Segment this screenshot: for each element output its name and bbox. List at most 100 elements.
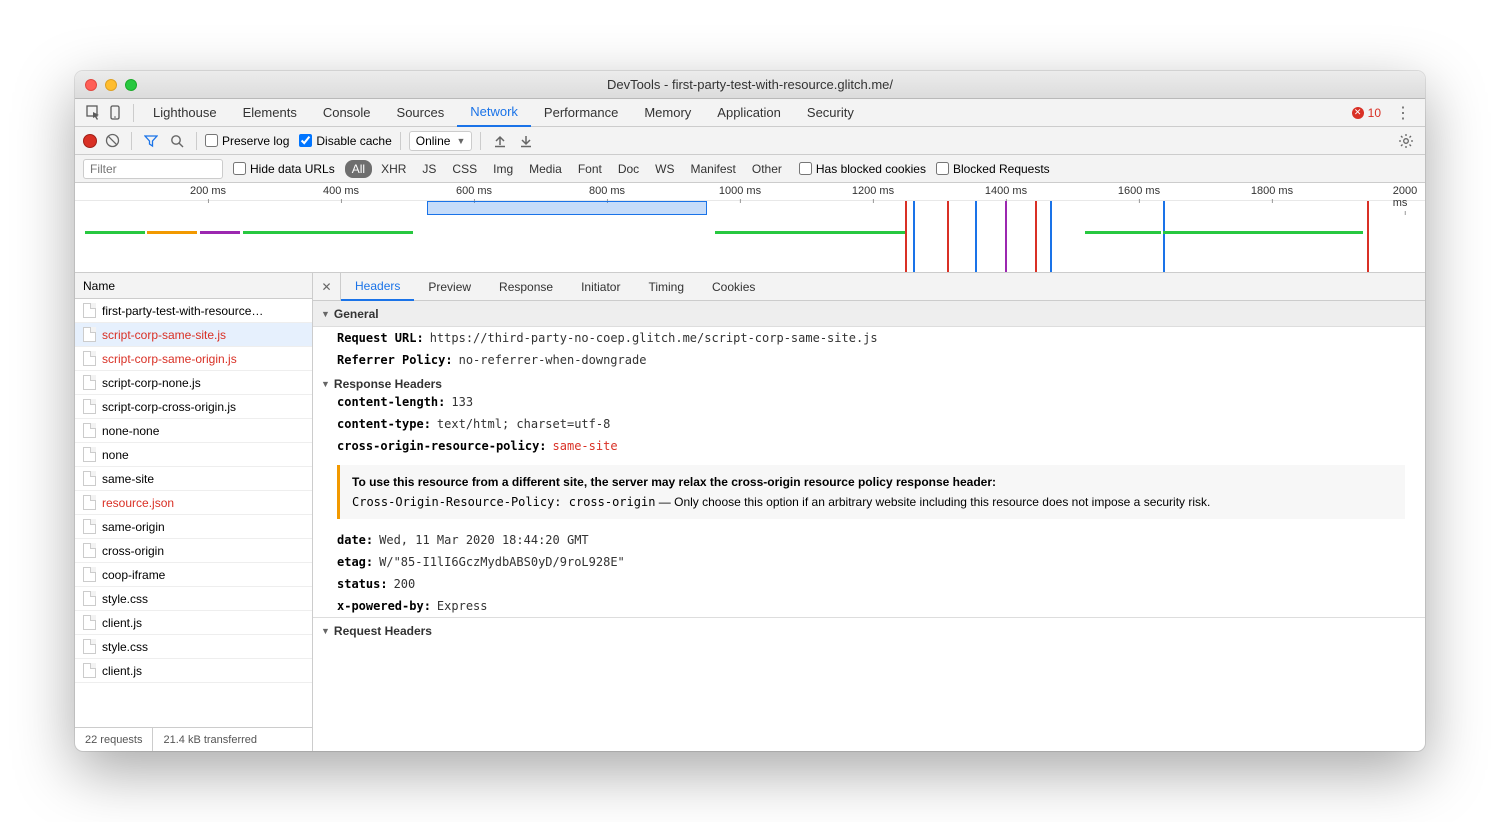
request-row[interactable]: style.css bbox=[75, 635, 312, 659]
main-tab-elements[interactable]: Elements bbox=[230, 99, 310, 127]
type-filter-img[interactable]: Img bbox=[486, 160, 520, 178]
header-row: content-length:133 bbox=[313, 391, 1425, 413]
file-icon bbox=[83, 663, 96, 678]
request-row[interactable]: resource.json bbox=[75, 491, 312, 515]
main-tab-network[interactable]: Network bbox=[457, 99, 531, 127]
request-row[interactable]: style.css bbox=[75, 587, 312, 611]
has-blocked-cookies-checkbox[interactable]: Has blocked cookies bbox=[799, 162, 926, 176]
file-icon bbox=[83, 591, 96, 606]
timeline-tick: 1800 ms bbox=[1251, 185, 1293, 197]
details-tab-cookies[interactable]: Cookies bbox=[698, 273, 769, 301]
request-name: coop-iframe bbox=[102, 568, 165, 582]
header-row: date: Wed, 11 Mar 2020 18:44:20 GMT bbox=[313, 529, 1425, 551]
response-headers-section-header[interactable]: ▼ Response Headers bbox=[313, 371, 1425, 391]
header-key: cross-origin-resource-policy: bbox=[337, 439, 547, 453]
type-filter-manifest[interactable]: Manifest bbox=[684, 160, 743, 178]
settings-gear-icon[interactable] bbox=[1395, 130, 1417, 152]
type-filter-all[interactable]: All bbox=[345, 160, 372, 178]
hide-data-urls-checkbox[interactable]: Hide data URLs bbox=[233, 162, 335, 176]
request-headers-section-header[interactable]: ▼ Request Headers bbox=[313, 617, 1425, 638]
filter-bar: Hide data URLs AllXHRJSCSSImgMediaFontDo… bbox=[75, 155, 1425, 183]
file-icon bbox=[83, 519, 96, 534]
details-tab-initiator[interactable]: Initiator bbox=[567, 273, 634, 301]
main-tab-console[interactable]: Console bbox=[310, 99, 384, 127]
request-list-header[interactable]: Name bbox=[75, 273, 312, 299]
details-tab-timing[interactable]: Timing bbox=[634, 273, 698, 301]
timeline-tick: 1000 ms bbox=[719, 185, 761, 197]
upload-icon[interactable] bbox=[489, 130, 511, 152]
chevron-down-icon: ▼ bbox=[456, 136, 465, 146]
filter-icon[interactable] bbox=[140, 130, 162, 152]
request-row[interactable]: script-corp-none.js bbox=[75, 371, 312, 395]
file-icon bbox=[83, 495, 96, 510]
more-menu-icon[interactable]: ⋮ bbox=[1389, 103, 1417, 123]
main-tab-lighthouse[interactable]: Lighthouse bbox=[140, 99, 230, 127]
request-row[interactable]: coop-iframe bbox=[75, 563, 312, 587]
record-button[interactable] bbox=[83, 134, 97, 148]
timeline-overview[interactable]: 200 ms400 ms600 ms800 ms1000 ms1200 ms14… bbox=[75, 183, 1425, 273]
device-toggle-icon[interactable] bbox=[105, 102, 127, 124]
header-key: date: bbox=[337, 533, 373, 547]
details-tab-headers[interactable]: Headers bbox=[341, 273, 414, 301]
transferred-size: 21.4 kB transferred bbox=[153, 734, 267, 746]
type-filter-font[interactable]: Font bbox=[571, 160, 609, 178]
request-row[interactable]: client.js bbox=[75, 611, 312, 635]
file-icon bbox=[83, 399, 96, 414]
request-row[interactable]: same-site bbox=[75, 467, 312, 491]
request-row[interactable]: script-corp-cross-origin.js bbox=[75, 395, 312, 419]
info-desc: — Only choose this option if an arbitrar… bbox=[655, 495, 1210, 509]
request-row[interactable]: client.js bbox=[75, 659, 312, 683]
main-tab-performance[interactable]: Performance bbox=[531, 99, 631, 127]
details-tab-response[interactable]: Response bbox=[485, 273, 567, 301]
main-tab-security[interactable]: Security bbox=[794, 99, 867, 127]
main-tab-sources[interactable]: Sources bbox=[384, 99, 458, 127]
type-filter-doc[interactable]: Doc bbox=[611, 160, 646, 178]
details-tab-preview[interactable]: Preview bbox=[414, 273, 485, 301]
request-row[interactable]: script-corp-same-site.js bbox=[75, 323, 312, 347]
request-row[interactable]: same-origin bbox=[75, 515, 312, 539]
header-row: x-powered-by:Express bbox=[313, 595, 1425, 617]
search-icon[interactable] bbox=[166, 130, 188, 152]
header-value: 200 bbox=[394, 577, 416, 591]
inspect-element-icon[interactable] bbox=[83, 102, 105, 124]
type-filter-media[interactable]: Media bbox=[522, 160, 569, 178]
type-filter-ws[interactable]: WS bbox=[648, 160, 681, 178]
close-details-icon[interactable]: ✕ bbox=[313, 273, 341, 301]
header-key: x-powered-by: bbox=[337, 599, 431, 613]
clear-icon[interactable] bbox=[101, 130, 123, 152]
throttling-select[interactable]: Online ▼ bbox=[409, 131, 473, 151]
file-icon bbox=[83, 423, 96, 438]
error-count-badge[interactable]: ✕ 10 bbox=[1352, 106, 1381, 120]
request-row[interactable]: script-corp-same-origin.js bbox=[75, 347, 312, 371]
request-row[interactable]: none-none bbox=[75, 419, 312, 443]
type-filter-other[interactable]: Other bbox=[745, 160, 789, 178]
devtools-window: DevTools - first-party-test-with-resourc… bbox=[75, 71, 1425, 751]
download-icon[interactable] bbox=[515, 130, 537, 152]
file-icon bbox=[83, 471, 96, 486]
header-row: status: 200 bbox=[313, 573, 1425, 595]
file-icon bbox=[83, 543, 96, 558]
header-value: Wed, 11 Mar 2020 18:44:20 GMT bbox=[379, 533, 589, 547]
type-filter-css[interactable]: CSS bbox=[445, 160, 484, 178]
timeline-tick: 600 ms bbox=[456, 185, 492, 197]
filter-input[interactable] bbox=[83, 159, 223, 179]
preserve-log-checkbox[interactable]: Preserve log bbox=[205, 134, 289, 148]
header-key: status: bbox=[337, 577, 388, 591]
request-row[interactable]: first-party-test-with-resource… bbox=[75, 299, 312, 323]
type-filter-xhr[interactable]: XHR bbox=[374, 160, 413, 178]
main-tab-application[interactable]: Application bbox=[704, 99, 794, 127]
file-icon bbox=[83, 639, 96, 654]
type-filter-js[interactable]: JS bbox=[415, 160, 443, 178]
divider bbox=[133, 104, 134, 122]
info-headline: To use this resource from a different si… bbox=[352, 475, 1393, 489]
header-value: W/"85-I1lI6GczMydbABS0yD/9roL928E" bbox=[379, 555, 625, 569]
header-row: cross-origin-resource-policy:same-site bbox=[313, 435, 1425, 457]
request-name: first-party-test-with-resource… bbox=[102, 304, 263, 318]
corp-info-box: To use this resource from a different si… bbox=[337, 465, 1405, 519]
main-tab-memory[interactable]: Memory bbox=[631, 99, 704, 127]
request-row[interactable]: none bbox=[75, 443, 312, 467]
request-row[interactable]: cross-origin bbox=[75, 539, 312, 563]
general-section-header[interactable]: ▼ General bbox=[313, 301, 1425, 327]
disable-cache-checkbox[interactable]: Disable cache bbox=[299, 134, 391, 148]
blocked-requests-checkbox[interactable]: Blocked Requests bbox=[936, 162, 1050, 176]
